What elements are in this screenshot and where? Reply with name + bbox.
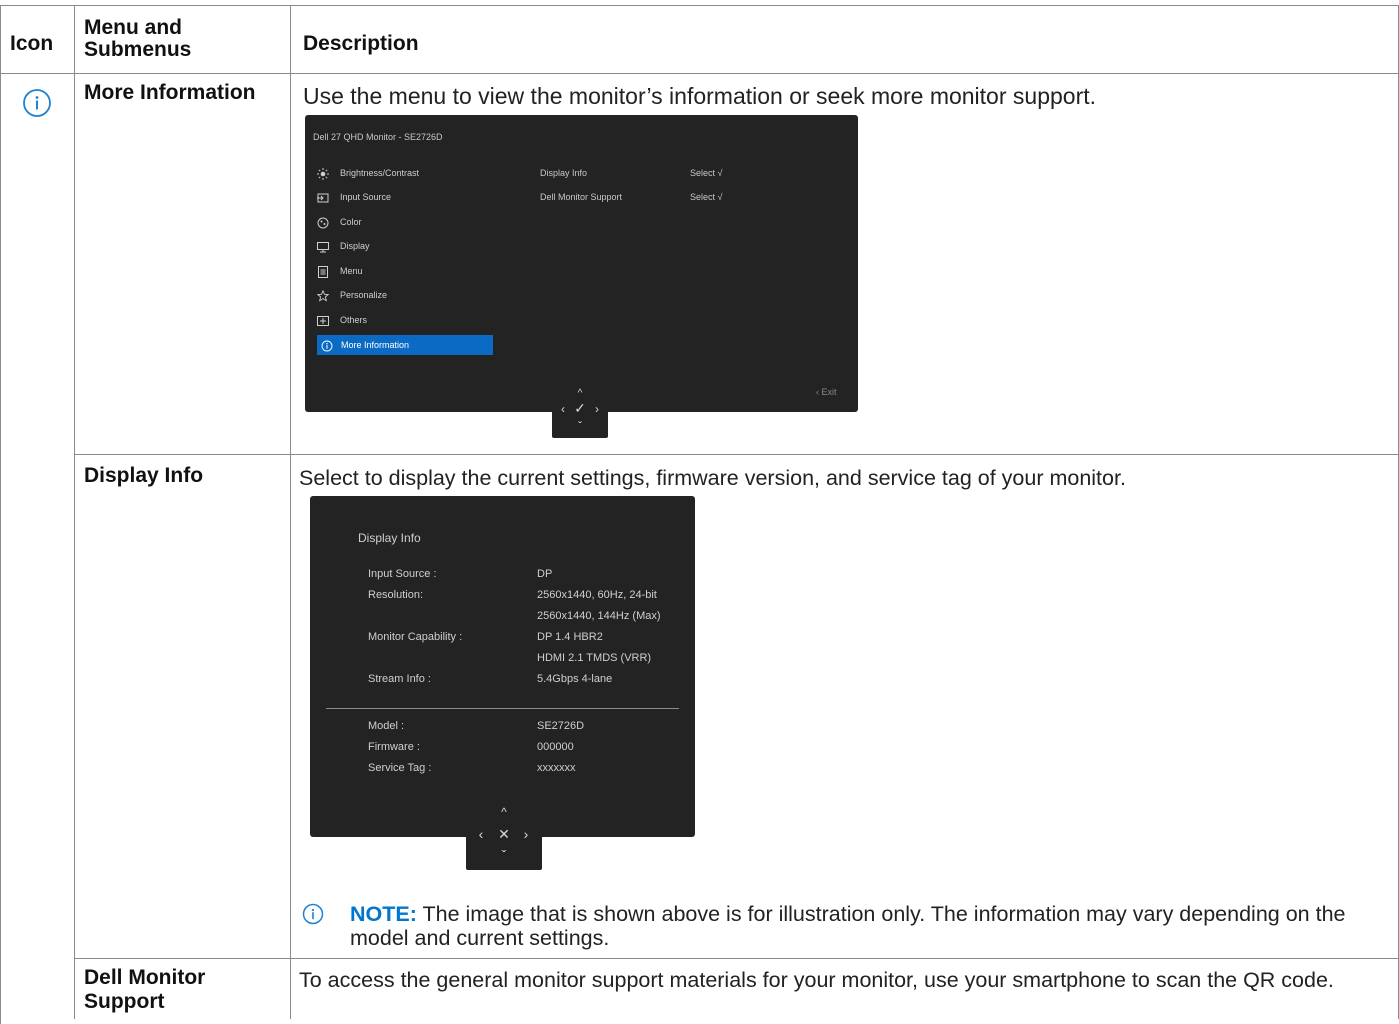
note-body: The image that is shown above is for ill… <box>350 902 1346 950</box>
osd-menu-label: More Information <box>341 340 410 350</box>
osd-menu-item-brightness[interactable]: Brightness/Contrast <box>317 163 493 183</box>
osd-info-divider <box>326 708 679 709</box>
info-value-monitor-capability-hdmi: HDMI 2.1 TMDS (VRR) <box>537 652 652 664</box>
joystick-left-icon[interactable]: ‹ <box>475 827 487 841</box>
osd-menu-item-personalize[interactable]: Personalize <box>316 285 493 305</box>
col-divider-1 <box>74 5 75 1019</box>
joystick-close-icon[interactable]: ✕ <box>495 827 513 841</box>
osd-menu-label: Others <box>340 315 368 325</box>
row-divider-2 <box>75 958 1399 959</box>
osd-menu-label: Personalize <box>340 290 388 300</box>
joystick-down-icon[interactable]: ˇ <box>497 848 511 862</box>
osd-menu-label: Menu <box>340 266 363 276</box>
note-label: NOTE: <box>350 902 417 926</box>
header-icon: Icon <box>10 32 54 55</box>
info-label-model: Model : <box>368 720 405 732</box>
osd-menu-label: Brightness/Contrast <box>340 168 420 178</box>
osd-menu-label: Display <box>340 241 370 251</box>
info-value-service-tag: xxxxxxx <box>537 762 576 774</box>
info-icon <box>22 88 52 118</box>
col-divider-2 <box>290 5 291 1019</box>
table-left-border <box>0 5 1 1024</box>
header-description: Description <box>303 32 419 55</box>
osd-menu-item-display[interactable]: Display <box>317 236 493 256</box>
joystick-right-icon[interactable]: › <box>520 827 532 841</box>
osd-main-joystick[interactable]: ^ ‹ ✓ › ˇ <box>552 381 608 438</box>
joystick-up-icon[interactable]: ^ <box>497 806 511 818</box>
osd-submenu-dell-support[interactable]: Dell Monitor Support <box>540 192 622 203</box>
info-value-input-source: DP <box>537 568 553 580</box>
info-icon <box>321 339 333 352</box>
info-label-input-source: Input Source : <box>368 568 437 580</box>
brightness-icon <box>317 167 329 180</box>
osd-info-joystick[interactable]: ^ ‹ ✕ › ˇ <box>466 792 542 870</box>
note-info-icon <box>302 903 324 925</box>
info-value-model: SE2726D <box>537 720 585 732</box>
info-label-service-tag: Service Tag : <box>368 762 432 774</box>
row-dell-monitor-support-title: Dell Monitor Support <box>84 966 206 1013</box>
info-label-firmware: Firmware : <box>368 741 420 753</box>
others-icon <box>317 314 329 326</box>
row-more-information-title: More Information <box>84 81 256 104</box>
display-icon <box>317 240 329 253</box>
osd-main-menu: Dell 27 QHD Monitor - SE2726D Brightness… <box>305 115 858 412</box>
osd-submenu-display-info[interactable]: Display Info <box>540 168 587 179</box>
info-label-resolution: Resolution: <box>368 589 424 601</box>
header-menu: Menu and Submenus <box>84 16 192 61</box>
osd-menu-item-more-information[interactable]: More Information <box>317 335 493 355</box>
row-divider-1 <box>75 454 1399 455</box>
osd-info-title: Display Info <box>358 531 421 545</box>
menu-icon <box>317 265 329 278</box>
osd-menu-item-others[interactable]: Others <box>317 310 493 330</box>
osd-exit-button[interactable]: ‹ Exit <box>816 387 837 398</box>
row-display-info-title: Display Info <box>84 464 204 487</box>
table-top-border <box>0 5 1399 6</box>
osd-display-info: Display Info Input Source : DP Resolutio… <box>310 496 695 837</box>
osd-menu-label: Input Source <box>340 192 392 202</box>
osd-submenu-display-info-action[interactable]: Select √ <box>690 168 722 179</box>
joystick-up-icon[interactable]: ^ <box>575 388 585 400</box>
joystick-left-icon[interactable]: ‹ <box>558 403 568 415</box>
info-label-monitor-capability: Monitor Capability : <box>368 631 463 643</box>
joystick-right-icon[interactable]: › <box>592 403 602 415</box>
row-more-information-description: Use the menu to view the monitor’s infor… <box>303 83 1097 109</box>
row-display-info-description: Select to display the current settings, … <box>299 466 1126 490</box>
osd-submenu-dell-support-action[interactable]: Select √ <box>690 192 722 203</box>
osd-title: Dell 27 QHD Monitor - SE2726D <box>313 132 443 142</box>
row-dell-monitor-support-description: To access the general monitor support ma… <box>299 968 1334 992</box>
note-text: NOTE: The image that is shown above is f… <box>350 902 1380 950</box>
joystick-down-icon[interactable]: ˇ <box>575 420 585 432</box>
color-icon <box>317 216 329 229</box>
osd-menu-item-color[interactable]: Color <box>317 212 493 232</box>
header-bottom-border <box>0 73 1399 74</box>
osd-menu-label: Color <box>340 217 362 227</box>
info-value-firmware: 000000 <box>537 741 574 753</box>
osd-menu-item-input-source[interactable]: Input Source <box>317 187 493 207</box>
info-value-monitor-capability: DP 1.4 HBR2 <box>537 631 603 643</box>
info-value-stream-info: 5.4Gbps 4-lane <box>537 673 613 685</box>
joystick-center-icon[interactable]: ✓ <box>572 401 588 415</box>
star-icon <box>316 289 330 302</box>
osd-menu-item-menu[interactable]: Menu <box>317 261 493 281</box>
info-value-resolution: 2560x1440, 60Hz, 24-bit <box>537 589 657 601</box>
input-source-icon <box>317 191 329 203</box>
info-label-stream-info: Stream Info : <box>368 673 431 685</box>
info-value-resolution-max: 2560x1440, 144Hz (Max) <box>537 610 661 622</box>
